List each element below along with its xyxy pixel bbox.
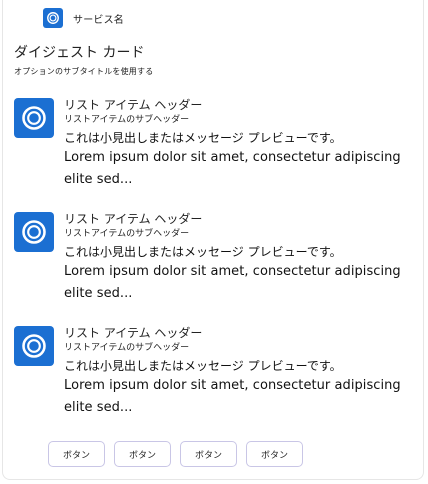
list-item-text: リスト アイテム ヘッダー リストアイテムのサブヘッダー これは小見出しまたはメ… — [64, 326, 419, 419]
service-name: サービス名 — [73, 14, 124, 26]
list-item-preview: これは小見出しまたはメッセージ プレビューです。 — [64, 131, 342, 145]
digest-card: サービス名 ダイジェスト カード オプションのサブタイトルを使用する リスト ア… — [2, 0, 424, 480]
list-item-text: リスト アイテム ヘッダー リストアイテムのサブヘッダー これは小見出しまたはメ… — [64, 98, 419, 191]
app-logo-icon — [43, 8, 63, 28]
list-item-preview: これは小見出しまたはメッセージ プレビューです。 — [64, 245, 342, 259]
list-item-body: Lorem ipsum dolor sit amet, consectetur … — [64, 264, 401, 301]
list-item-header: リスト アイテム ヘッダー — [64, 98, 203, 112]
list-item-body: Lorem ipsum dolor sit amet, consectetur … — [64, 378, 401, 415]
list-item-body: Lorem ipsum dolor sit amet, consectetur … — [64, 150, 401, 187]
action-button-3[interactable]: ボタン — [180, 441, 237, 467]
list-item-header: リスト アイテム ヘッダー — [64, 212, 203, 226]
list-item-subheader: リストアイテムのサブヘッダー — [64, 115, 190, 125]
app-logo-icon — [14, 326, 54, 366]
action-button-2[interactable]: ボタン — [114, 441, 171, 467]
button-row: ボタン ボタン ボタン ボタン — [48, 441, 312, 467]
list-item-subheader: リストアイテムのサブヘッダー — [64, 343, 190, 353]
app-logo-icon — [14, 212, 54, 252]
action-button-4[interactable]: ボタン — [246, 441, 303, 467]
app-logo-icon — [14, 98, 54, 138]
card-subtitle: オプションのサブタイトルを使用する — [14, 67, 154, 76]
list-item-text: リスト アイテム ヘッダー リストアイテムのサブヘッダー これは小見出しまたはメ… — [64, 212, 419, 305]
app-header: サービス名 — [43, 8, 124, 28]
list-item-preview: これは小見出しまたはメッセージ プレビューです。 — [64, 359, 342, 373]
card-title: ダイジェスト カード — [14, 45, 145, 61]
action-button-1[interactable]: ボタン — [48, 441, 105, 467]
list-item-subheader: リストアイテムのサブヘッダー — [64, 229, 190, 239]
list-item-header: リスト アイテム ヘッダー — [64, 326, 203, 340]
